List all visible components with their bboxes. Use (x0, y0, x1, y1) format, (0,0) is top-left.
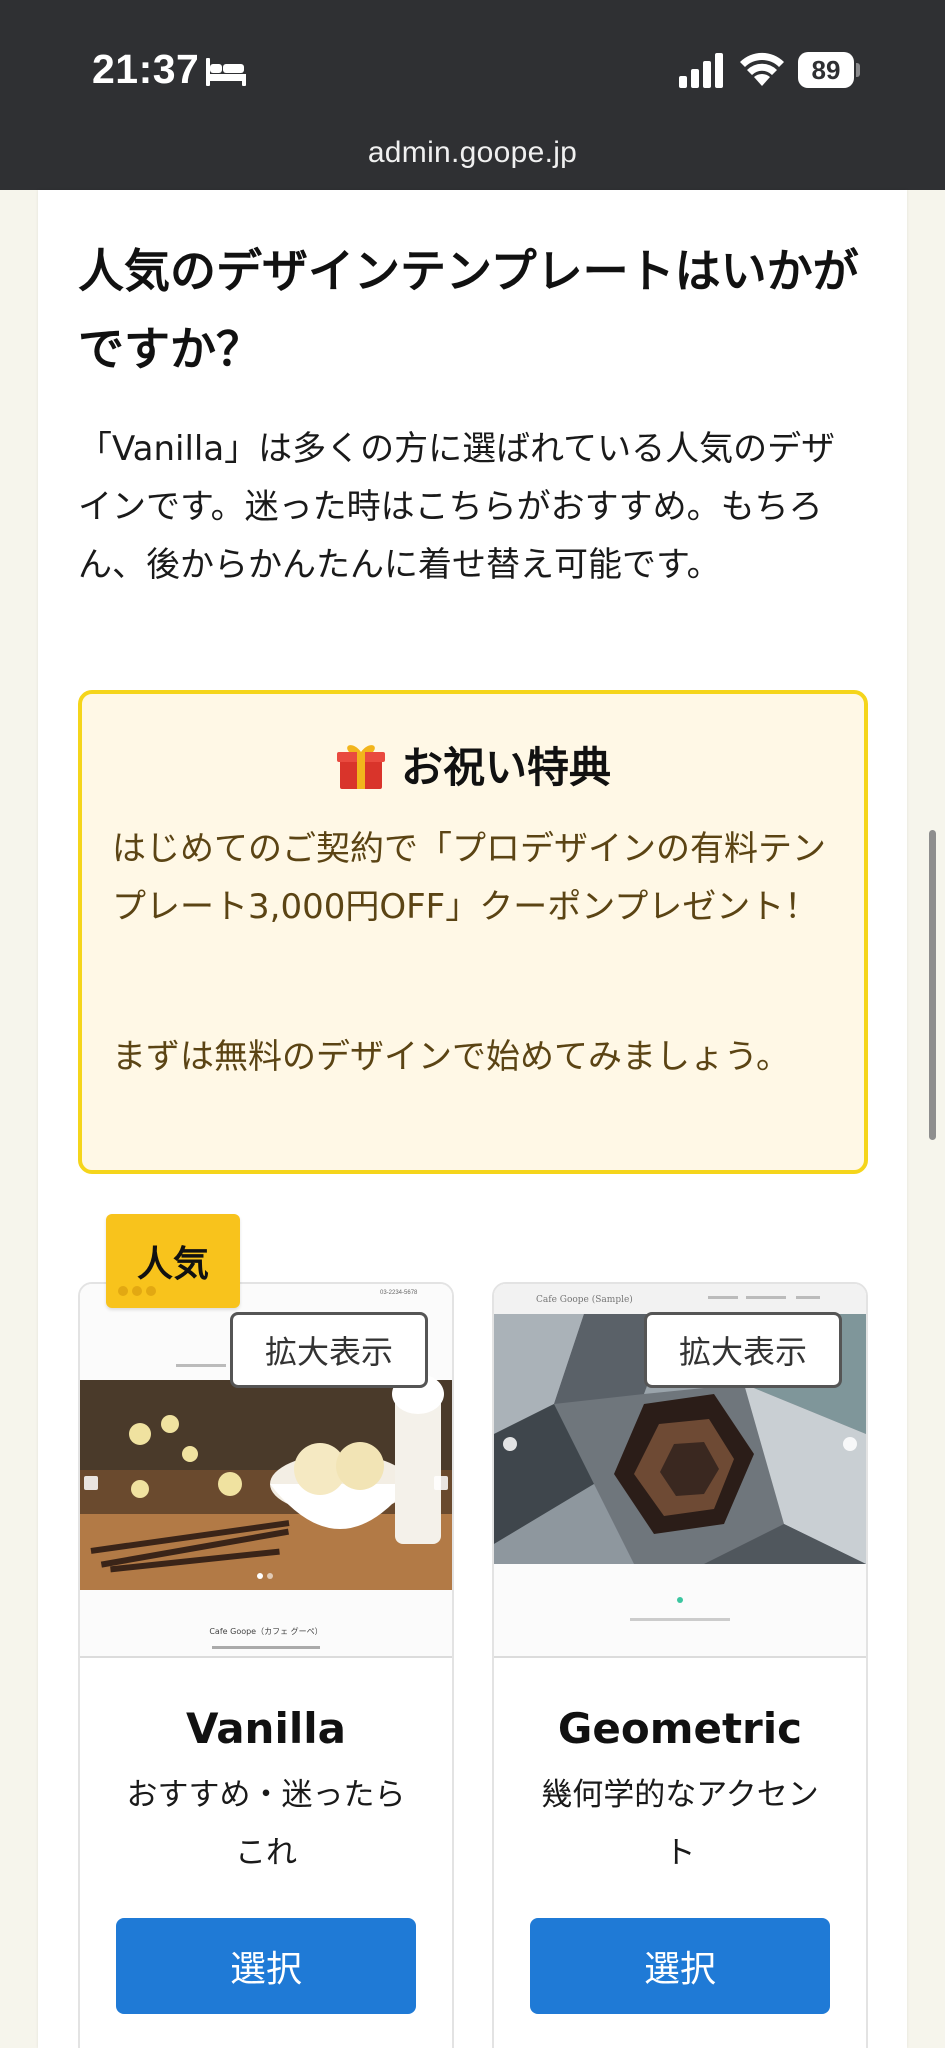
select-button[interactable]: 選択 (116, 1918, 416, 2014)
popular-badge-label: 人気 (136, 1244, 209, 1285)
select-button[interactable]: 選択 (530, 1918, 830, 2014)
template-preview-vanilla[interactable]: 03-2234-5678 Cafe Goope（カフェ グーペ） 拡大表示 (80, 1284, 452, 1656)
template-description: おすすめ・迷ったらこれ (126, 1777, 406, 1871)
intro-text: 「Vanilla」は多くの方に選ばれている人気のデザインです。迷った時はこちらが… (78, 429, 836, 585)
template-name: Vanilla (186, 1704, 346, 1753)
url-bar[interactable]: admin.goope.jp (0, 136, 945, 170)
battery-level: 89 (798, 52, 854, 88)
template-description: 幾何学的なアクセント (541, 1777, 819, 1871)
promo-title-text: お祝い特典 (400, 743, 611, 792)
battery-icon: 89 (798, 52, 860, 88)
gift-icon (336, 744, 385, 789)
promo-text: はじめてのご契約で「プロデザインの有料テンプレート3,000円OFF」クーポンプ… (112, 829, 826, 927)
preview-site-title: Cafe Goope（カフェ グーペ） (209, 1626, 322, 1636)
status-time: 21:37 (92, 46, 200, 92)
popular-badge: 人気 (106, 1214, 240, 1308)
wifi-icon (740, 52, 784, 86)
template-name: Geometric (557, 1704, 803, 1753)
preview-site-title: Cafe Goope (Sample) (536, 1294, 633, 1305)
bed-icon (206, 58, 246, 86)
zoom-button[interactable]: 拡大表示 (230, 1312, 428, 1388)
template-card-vanilla[interactable]: 03-2234-5678 Cafe Goope（カフェ グーペ） 拡大表示 Va… (78, 1282, 454, 2048)
browser-chrome: 21:37 89 admin.goope.jp (0, 0, 945, 190)
template-preview-geometric[interactable]: Cafe Goope (Sample) 拡大表示 (494, 1284, 866, 1656)
promo-box: お祝い特典 はじめてのご契約で「プロデザインの有料テンプレート3,000円OFF… (78, 690, 868, 1174)
signal-icon (679, 53, 723, 88)
template-card-geometric[interactable]: Cafe Goope (Sample) 拡大表示 Geometric 幾何学的な… (492, 1282, 868, 2048)
promo-title: お祝い特典 (82, 734, 864, 795)
page-heading: 人気のデザインテンプレートはいかがですか？ (78, 244, 859, 376)
preview-phone: 03-2234-5678 (380, 1290, 418, 1296)
promo-subtext: まずは無料のデザインで始めてみましょう。 (112, 1037, 790, 1077)
scrollbar[interactable] (929, 830, 936, 1140)
zoom-button[interactable]: 拡大表示 (644, 1312, 842, 1388)
